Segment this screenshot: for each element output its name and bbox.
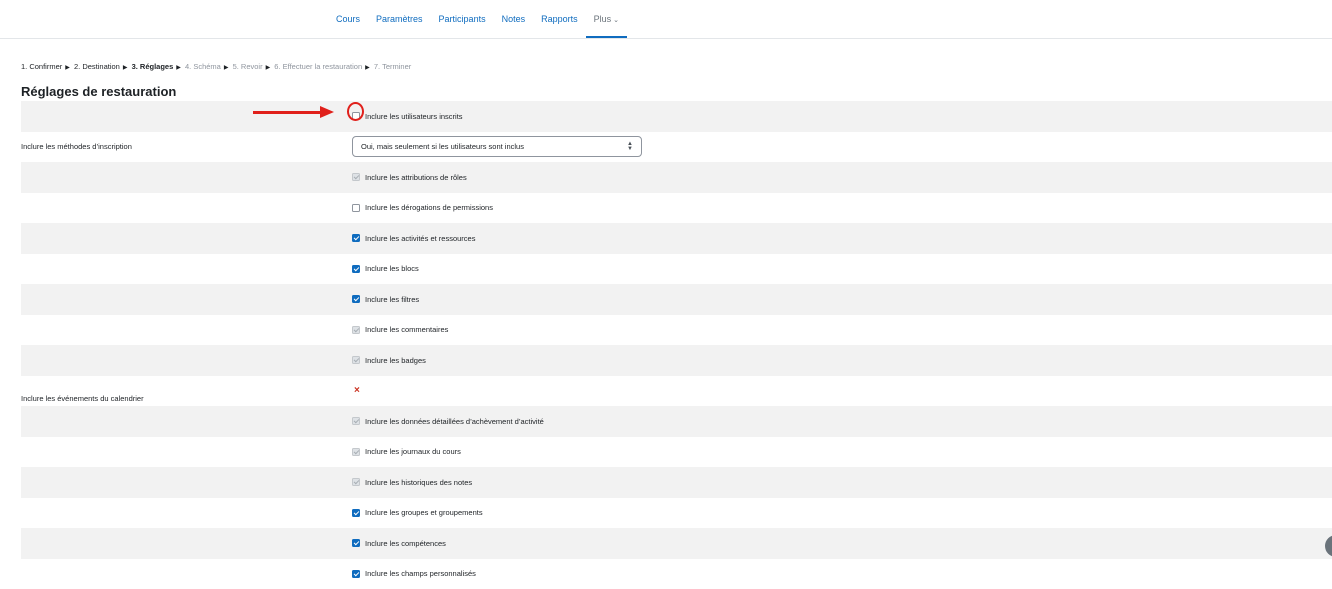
- setting-row-groups: Inclure les groupes et groupements: [21, 498, 1332, 529]
- step-perform-restore: 6. Effectuer la restauration: [274, 62, 362, 71]
- cross-icon: ×: [354, 385, 360, 396]
- restore-steps: 1. Confirmer▶ 2. Destination▶ 3. Réglage…: [21, 62, 412, 71]
- logs-checkbox: [352, 448, 360, 456]
- step-settings: 3. Réglages: [132, 62, 174, 71]
- tab-notes[interactable]: Notes: [494, 0, 534, 36]
- setting-row-badges: Inclure les badges: [21, 345, 1332, 376]
- grade-histories-wrapper: Inclure les historiques des notes: [352, 467, 472, 497]
- custom-fields-checkbox[interactable]: [352, 570, 360, 578]
- groups-wrapper[interactable]: Inclure les groupes et groupements: [352, 498, 483, 528]
- completion-checkbox: [352, 417, 360, 425]
- annotation-arrow-icon: [320, 106, 334, 118]
- step-arrow-icon: ▶: [176, 65, 181, 71]
- setting-row-competencies: Inclure les compétences: [21, 528, 1332, 559]
- setting-row-logs: Inclure les journaux du cours: [21, 437, 1332, 468]
- filters-label: Inclure les filtres: [365, 295, 419, 304]
- logs-label: Inclure les journaux du cours: [365, 447, 461, 456]
- permissions-label: Inclure les dérogations de permissions: [365, 203, 493, 212]
- setting-row-completion: Inclure les données détaillées d’achèvem…: [21, 406, 1332, 437]
- comments-checkbox: [352, 326, 360, 334]
- tab-plus[interactable]: Plus⌄: [586, 0, 627, 38]
- blocks-label: Inclure les blocs: [365, 264, 419, 273]
- step-arrow-icon: ▶: [123, 65, 128, 71]
- setting-row-comments: Inclure les commentaires: [21, 315, 1332, 346]
- enrolment-label: Inclure les méthodes d’inscription: [21, 132, 132, 162]
- users-checkbox-label: Inclure les utilisateurs inscrits: [365, 112, 463, 121]
- role-assignments-checkbox: [352, 173, 360, 181]
- custom-fields-label: Inclure les champs personnalisés: [365, 569, 476, 578]
- tab-rapports[interactable]: Rapports: [533, 0, 586, 36]
- permissions-wrapper[interactable]: Inclure les dérogations de permissions: [352, 193, 493, 223]
- chevron-down-icon: ⌄: [613, 17, 619, 24]
- setting-row-activities: Inclure les activités et ressources: [21, 223, 1332, 254]
- tab-plus-label: Plus: [594, 14, 612, 24]
- role-assignments-wrapper: Inclure les attributions de rôles: [352, 162, 467, 192]
- badges-wrapper: Inclure les badges: [352, 345, 426, 375]
- tab-parametres[interactable]: Paramètres: [368, 0, 431, 36]
- enrolment-select-value: Oui, mais seulement si les utilisateurs …: [361, 142, 524, 151]
- setting-row-grade-histories: Inclure les historiques des notes: [21, 467, 1332, 498]
- tab-participants[interactable]: Participants: [431, 0, 494, 36]
- setting-row-role-assignments: Inclure les attributions de rôles: [21, 162, 1332, 193]
- activities-wrapper[interactable]: Inclure les activités et ressources: [352, 223, 475, 253]
- comments-label: Inclure les commentaires: [365, 325, 448, 334]
- setting-row-blocks: Inclure les blocs: [21, 254, 1332, 285]
- logs-wrapper: Inclure les journaux du cours: [352, 437, 461, 467]
- blocks-checkbox[interactable]: [352, 265, 360, 273]
- setting-row-users: Inclure les utilisateurs inscrits: [21, 101, 1332, 132]
- annotation-arrow-shaft: [253, 111, 323, 114]
- groups-checkbox[interactable]: [352, 509, 360, 517]
- activities-label: Inclure les activités et ressources: [365, 234, 475, 243]
- filters-checkbox[interactable]: [352, 295, 360, 303]
- step-review: 5. Revoir: [233, 62, 263, 71]
- groups-label: Inclure les groupes et groupements: [365, 508, 483, 517]
- competencies-wrapper[interactable]: Inclure les compétences: [352, 528, 446, 558]
- role-assignments-label: Inclure les attributions de rôles: [365, 173, 467, 182]
- activities-checkbox[interactable]: [352, 234, 360, 242]
- enrolment-select[interactable]: Oui, mais seulement si les utilisateurs …: [352, 136, 642, 157]
- setting-row-custom-fields: Inclure les champs personnalisés: [21, 559, 1332, 589]
- filters-wrapper[interactable]: Inclure les filtres: [352, 284, 419, 314]
- step-arrow-icon: ▶: [266, 65, 271, 71]
- step-arrow-icon: ▶: [65, 65, 70, 71]
- competencies-checkbox[interactable]: [352, 539, 360, 547]
- course-navigation: Cours Paramètres Participants Notes Rapp…: [0, 0, 1332, 39]
- page-title: Réglages de restauration: [21, 84, 176, 99]
- step-destination: 2. Destination: [74, 62, 120, 71]
- step-arrow-icon: ▶: [224, 65, 229, 71]
- annotation-highlight-circle: [347, 102, 364, 121]
- comments-wrapper: Inclure les commentaires: [352, 315, 448, 345]
- setting-row-filters: Inclure les filtres: [21, 284, 1332, 315]
- badges-checkbox: [352, 356, 360, 364]
- step-confirm: 1. Confirmer: [21, 62, 62, 71]
- setting-row-permissions: Inclure les dérogations de permissions: [21, 193, 1332, 224]
- select-updown-icon: ▲▼: [627, 142, 633, 152]
- setting-row-calendar: Inclure les événements du calendrier ×: [21, 376, 1332, 407]
- course-nav-tabs: Cours Paramètres Participants Notes Rapp…: [328, 0, 627, 38]
- grade-histories-checkbox: [352, 478, 360, 486]
- calendar-control: ×: [352, 376, 360, 406]
- blocks-wrapper[interactable]: Inclure les blocs: [352, 254, 419, 284]
- enrolment-control: Oui, mais seulement si les utilisateurs …: [352, 132, 642, 162]
- step-schema: 4. Schéma: [185, 62, 221, 71]
- step-finish: 7. Terminer: [374, 62, 411, 71]
- tab-cours[interactable]: Cours: [328, 0, 368, 36]
- custom-fields-wrapper[interactable]: Inclure les champs personnalisés: [352, 559, 476, 589]
- completion-label: Inclure les données détaillées d’achèvem…: [365, 417, 544, 426]
- badges-label: Inclure les badges: [365, 356, 426, 365]
- grade-histories-label: Inclure les historiques des notes: [365, 478, 472, 487]
- users-checkbox-wrapper[interactable]: Inclure les utilisateurs inscrits: [352, 101, 463, 131]
- setting-row-enrolment: Inclure les méthodes d’inscription Oui, …: [21, 132, 1332, 163]
- step-arrow-icon: ▶: [365, 65, 370, 71]
- competencies-label: Inclure les compétences: [365, 539, 446, 548]
- permissions-checkbox[interactable]: [352, 204, 360, 212]
- restore-settings-form: Inclure les utilisateurs inscrits Inclur…: [21, 101, 1332, 589]
- completion-wrapper: Inclure les données détaillées d’achèvem…: [352, 406, 544, 436]
